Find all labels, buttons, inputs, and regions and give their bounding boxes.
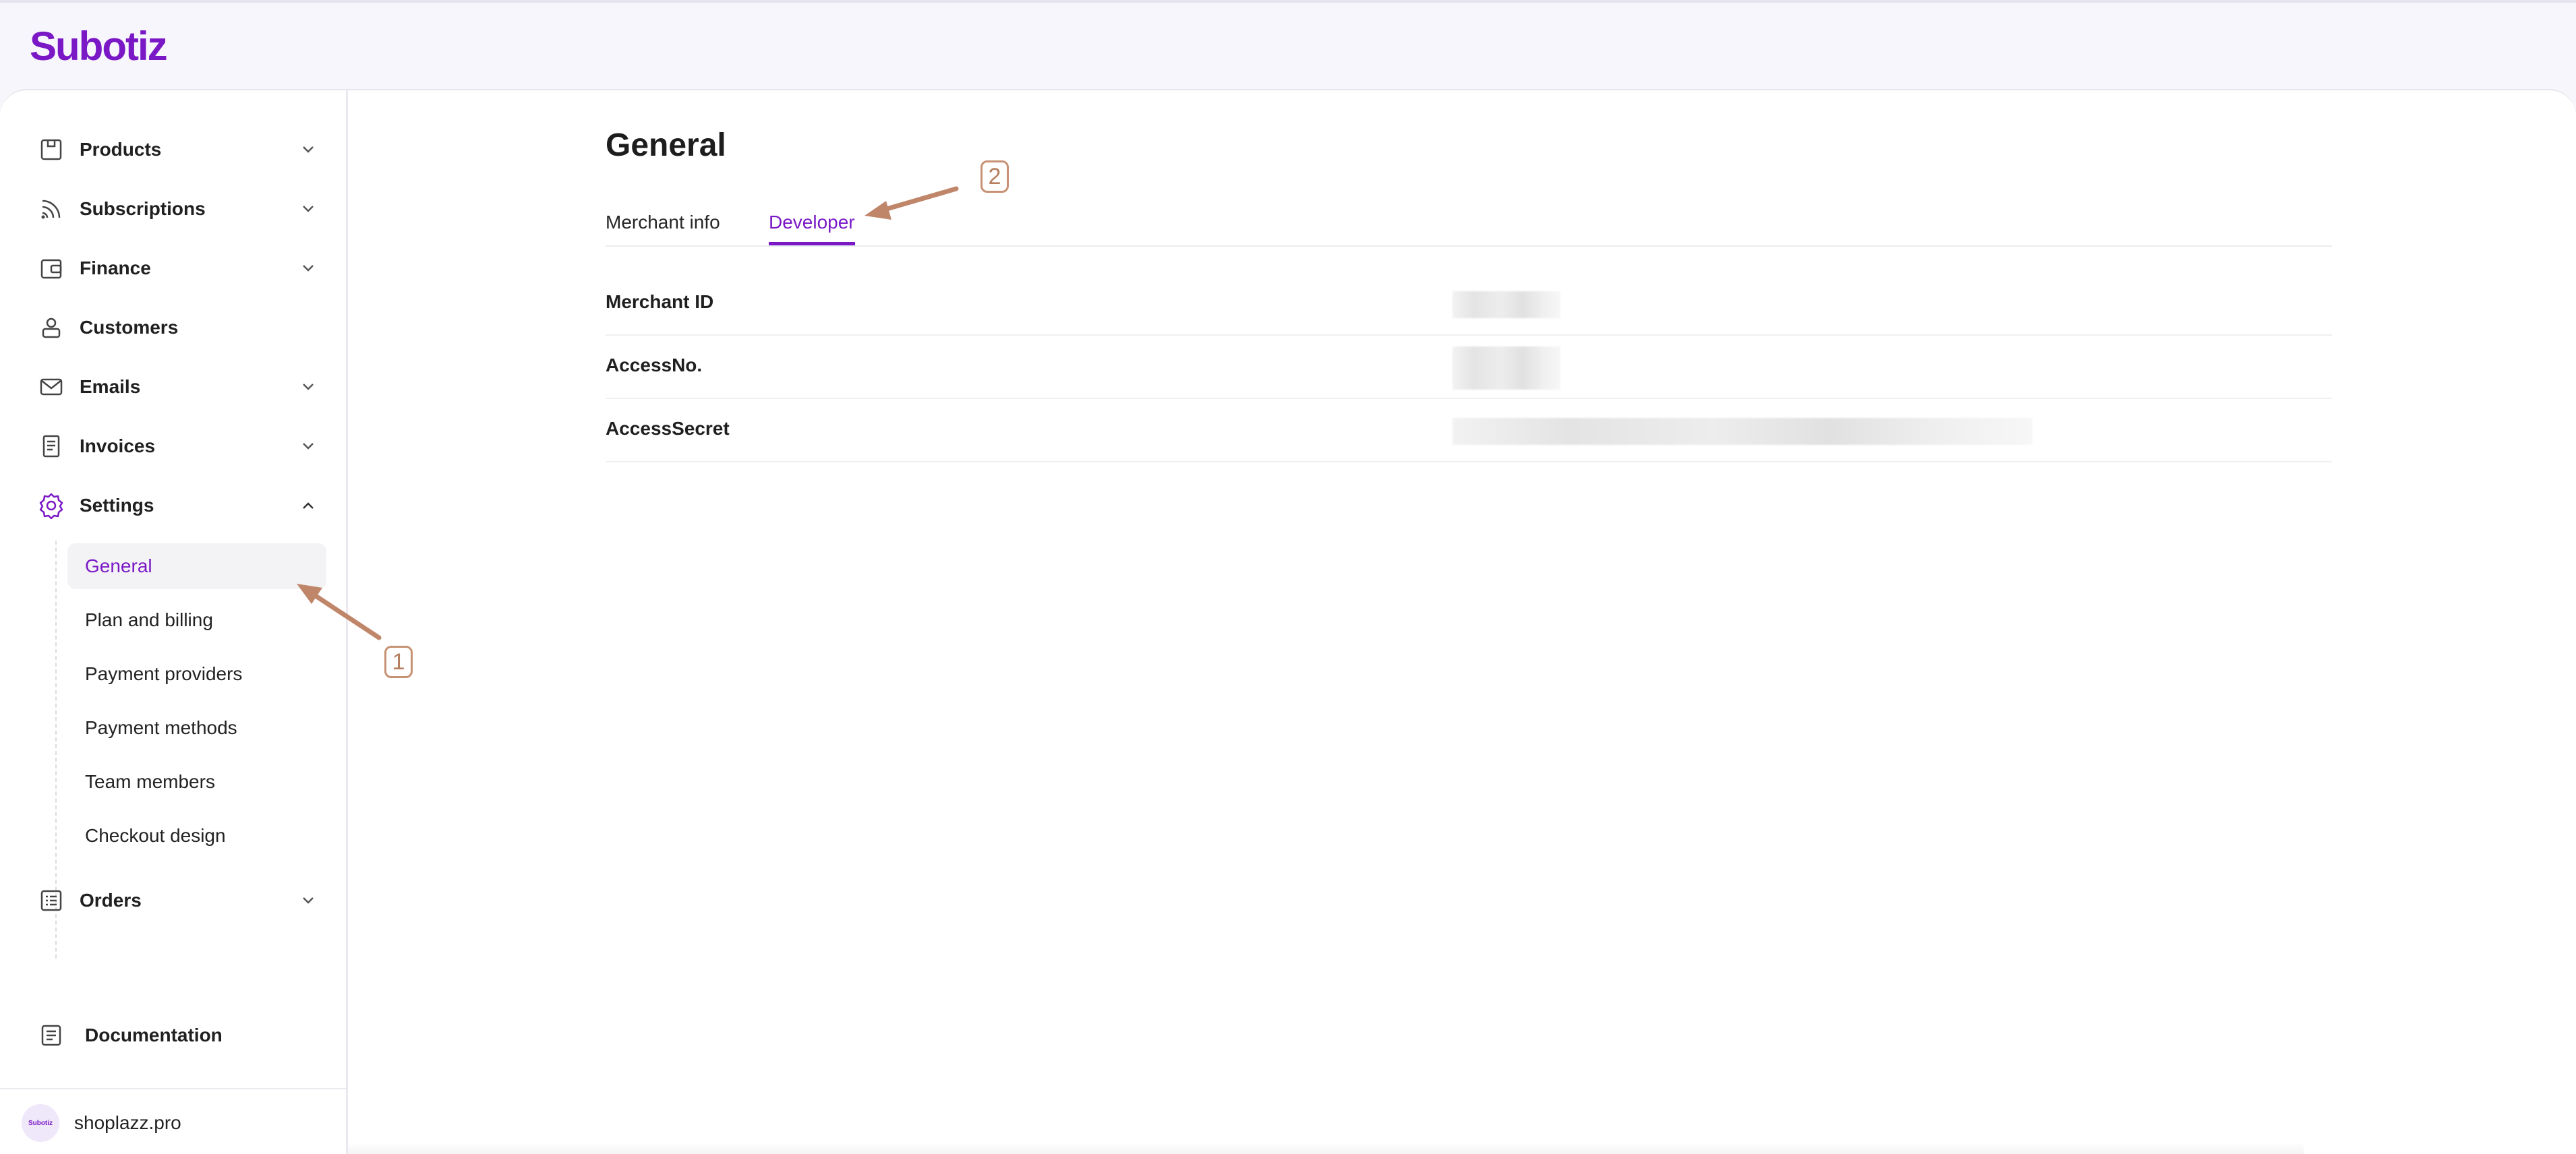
- field-row-access-no: AccessNo.: [606, 337, 2332, 399]
- sidebar-subitem-team-members[interactable]: Team members: [67, 759, 326, 805]
- sidebar-item-label: Orders: [80, 890, 142, 911]
- sidebar-subitem-payment-methods[interactable]: Payment methods: [67, 705, 326, 751]
- sidebar-item-invoices[interactable]: Invoices: [35, 425, 318, 468]
- sidebar-item-label: Subscriptions: [80, 198, 206, 219]
- app-logo[interactable]: Subotiz: [30, 23, 168, 69]
- sidebar-item-label: Settings: [80, 495, 154, 516]
- sidebar-item-emails[interactable]: Emails: [35, 365, 318, 408]
- sidebar-item-settings[interactable]: Settings: [35, 484, 318, 527]
- list-icon: [35, 884, 67, 917]
- sidebar-subitem-payment-providers[interactable]: Payment providers: [67, 651, 326, 697]
- chevron-down-icon: [298, 258, 318, 278]
- sidebar: Products Subscriptions Finance Customers: [0, 90, 348, 1154]
- user-icon: [35, 311, 67, 344]
- field-row-access-secret: AccessSecret: [606, 400, 2332, 462]
- tab-developer[interactable]: Developer: [769, 205, 855, 245]
- field-label: AccessNo.: [606, 355, 703, 375]
- sidebar-subitem-plan-and-billing[interactable]: Plan and billing: [67, 597, 326, 643]
- sidebar-item-products[interactable]: Products: [35, 128, 318, 171]
- page-title: General: [606, 127, 726, 163]
- field-label: AccessSecret: [606, 418, 730, 439]
- sidebar-item-label: Documentation: [85, 1025, 223, 1045]
- sidebar-item-label: Finance: [80, 257, 151, 278]
- chevron-down-icon: [298, 890, 318, 911]
- sidebar-item-customers[interactable]: Customers: [35, 306, 318, 349]
- main-content: General Merchant info Developer Merchant…: [348, 90, 2576, 1154]
- sidebar-item-documentation[interactable]: Documentation: [35, 1014, 223, 1057]
- rss-icon: [35, 193, 67, 225]
- top-bar: Subotiz: [0, 0, 2576, 89]
- sidebar-item-orders[interactable]: Orders: [35, 879, 318, 922]
- gear-icon: [35, 489, 67, 522]
- sidebar-item-label: Customers: [80, 317, 179, 338]
- store-switcher[interactable]: Subotiz shoplazz.pro: [0, 1088, 346, 1154]
- sidebar-item-finance[interactable]: Finance: [35, 247, 318, 290]
- wallet-icon: [35, 252, 67, 284]
- sidebar-item-label: Emails: [80, 376, 141, 397]
- sidebar-subitem-checkout-design[interactable]: Checkout design: [67, 813, 326, 859]
- tab-merchant-info[interactable]: Merchant info: [606, 205, 720, 245]
- chevron-down-icon: [298, 199, 318, 219]
- store-name: shoplazz.pro: [74, 1112, 181, 1133]
- field-label: Merchant ID: [606, 291, 714, 312]
- field-row-merchant-id: Merchant ID: [606, 274, 2332, 336]
- chevron-down-icon: [298, 377, 318, 397]
- receipt-icon: [35, 430, 67, 462]
- sidebar-item-subscriptions[interactable]: Subscriptions: [35, 187, 318, 231]
- sidebar-item-label: Products: [80, 139, 162, 160]
- document-icon: [35, 1019, 67, 1052]
- app-frame: Products Subscriptions Finance Customers: [0, 89, 2576, 1154]
- chevron-up-icon: [298, 495, 318, 516]
- box-icon: [35, 133, 67, 166]
- tab-bar: Merchant info Developer: [606, 205, 2332, 247]
- redacted-value: [1453, 346, 1560, 390]
- sidebar-item-label: Invoices: [80, 435, 156, 456]
- redacted-value: [1453, 291, 1560, 318]
- redacted-value: [1453, 418, 2032, 445]
- chevron-down-icon: [298, 140, 318, 160]
- avatar: Subotiz: [22, 1104, 59, 1142]
- annotation-number-2: 2: [980, 160, 1009, 193]
- annotation-number-1: 1: [384, 646, 413, 678]
- chevron-down-icon: [298, 436, 318, 456]
- sidebar-subitem-general[interactable]: General: [67, 543, 326, 589]
- mail-icon: [35, 371, 67, 403]
- bottom-shadow: [348, 1142, 2304, 1154]
